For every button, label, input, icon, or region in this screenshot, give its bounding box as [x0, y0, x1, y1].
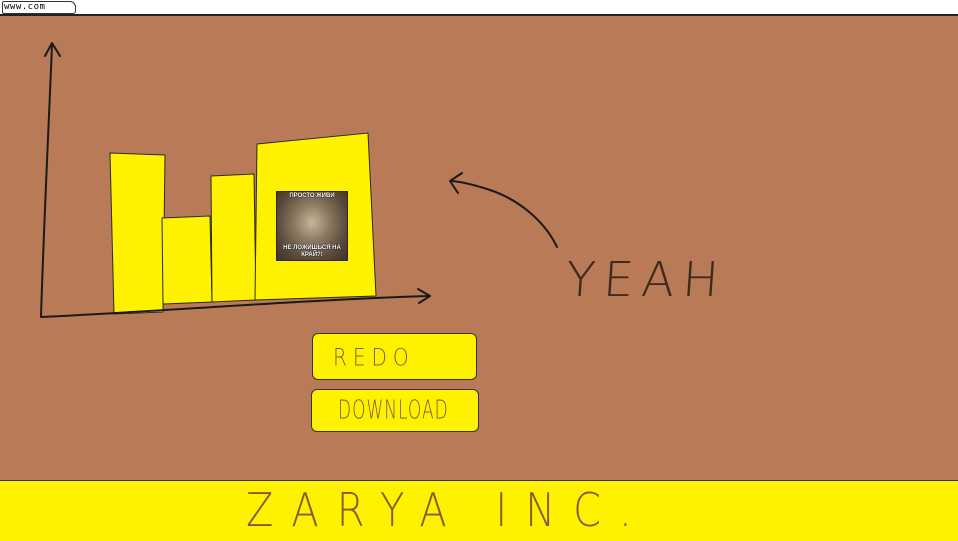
y-axis [40, 44, 53, 317]
bar-2 [161, 215, 213, 305]
footer-banner: ZARYA INC. [0, 480, 958, 541]
bar-3 [210, 173, 257, 303]
brand-name: ZARYA INC. [246, 484, 650, 538]
meme-caption-top: ПРОСТО ЖИВИ [289, 193, 335, 199]
download-button-label: DOWNLOAD [338, 395, 449, 426]
redo-button-label: REDO [333, 342, 415, 371]
pointer-arrow [451, 180, 558, 248]
bar-chart-drawing [40, 42, 558, 318]
redo-button[interactable]: REDO [312, 333, 477, 380]
bar-1 [109, 152, 166, 315]
yeah-annotation: YEAH [564, 252, 729, 308]
download-button[interactable]: DOWNLOAD [311, 389, 479, 432]
meme-caption-bottom: НЕ ЛОЖИШЬСЯ НА КРАЙ?! [283, 245, 341, 258]
meme-image: ПРОСТО ЖИВИ НЕ ЛОЖИШЬСЯ НА КРАЙ?! [276, 191, 348, 261]
